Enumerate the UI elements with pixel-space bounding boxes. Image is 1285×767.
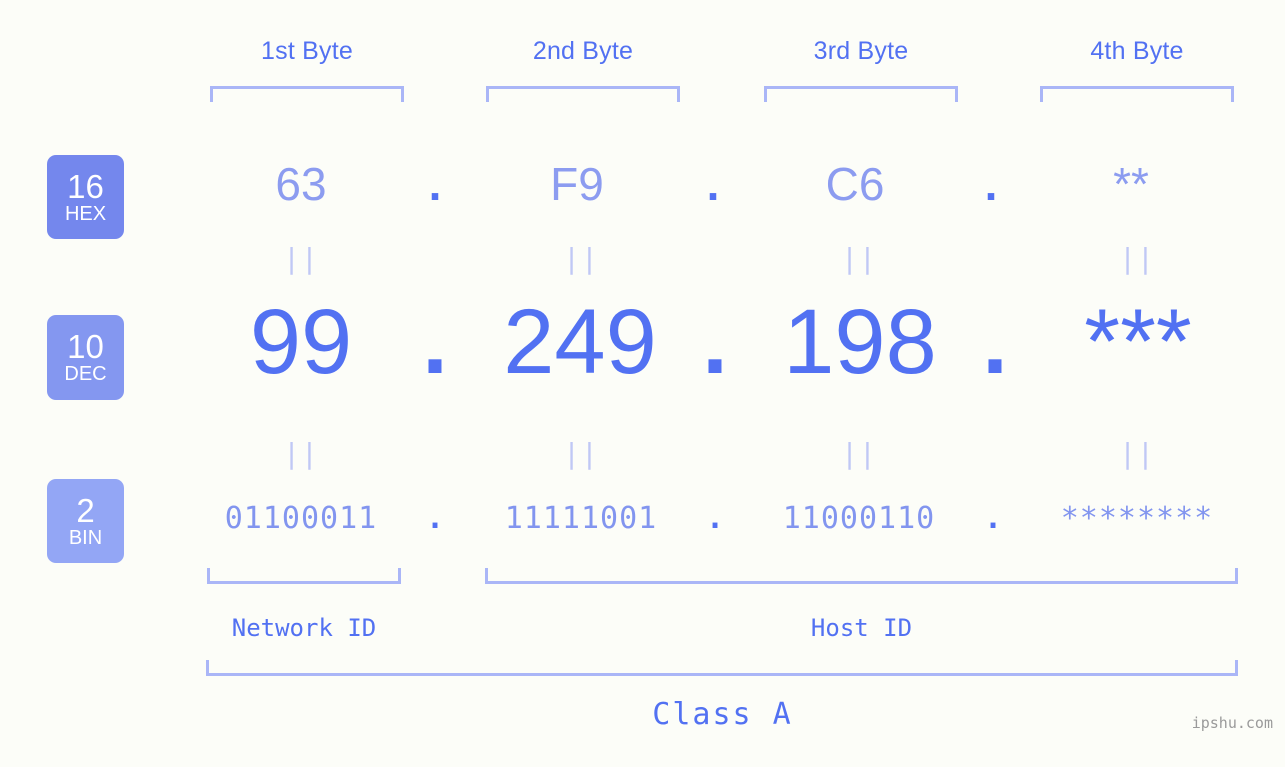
- bin-separator-1: .: [425, 501, 445, 536]
- hex-byte-2: F9: [550, 158, 604, 210]
- byte-bracket-2: [486, 86, 680, 102]
- equals-marker-dec-bin-3: ||: [841, 437, 877, 470]
- bin-byte-2: 11111001: [504, 501, 658, 536]
- byte-header-3: 3rd Byte: [813, 37, 909, 65]
- equals-marker-hex-dec-4: ||: [1119, 242, 1155, 275]
- bin-separator-3: .: [983, 501, 1003, 536]
- dec-byte-2: 249: [503, 291, 657, 393]
- hex-separator-1: .: [428, 158, 442, 210]
- hex-byte-1: 63: [275, 158, 327, 210]
- host-id-label: Host ID: [810, 614, 913, 642]
- byte-bracket-3: [764, 86, 958, 102]
- network-id-label: Network ID: [231, 614, 377, 642]
- equals-marker-dec-bin-2: ||: [563, 437, 599, 470]
- network-id-bracket: [207, 568, 401, 584]
- base-badge-bin-number: 2: [76, 491, 95, 529]
- byte-bracket-4: [1040, 86, 1234, 102]
- equals-marker-hex-dec-2: ||: [563, 242, 599, 275]
- dec-byte-1: 99: [249, 291, 353, 393]
- dec-separator-3: .: [982, 291, 1008, 393]
- class-bracket: [206, 660, 1238, 676]
- bin-byte-4: ********: [1060, 501, 1214, 536]
- base-badge-bin-label: BIN: [68, 526, 103, 549]
- equals-marker-dec-bin-4: ||: [1119, 437, 1155, 470]
- hex-separator-2: .: [706, 158, 720, 210]
- ip-address-breakdown-diagram: 1st Byte 2nd Byte 3rd Byte 4th Byte 16 H…: [0, 0, 1285, 767]
- byte-bracket-1: [210, 86, 404, 102]
- base-badge-hex: 16 HEX: [47, 155, 124, 239]
- class-label: Class A: [652, 697, 793, 732]
- base-badge-dec: 10 DEC: [47, 315, 124, 400]
- base-badge-bin: 2 BIN: [47, 479, 124, 563]
- base-badge-hex-number: 16: [67, 167, 104, 205]
- base-badge-hex-label: HEX: [64, 202, 107, 225]
- bin-byte-1: 01100011: [224, 501, 378, 536]
- base-badge-dec-number: 10: [67, 328, 104, 365]
- dec-separator-1: .: [422, 291, 448, 393]
- equals-marker-hex-dec-1: ||: [283, 242, 319, 275]
- dec-byte-4: ***: [1084, 291, 1192, 393]
- hex-byte-4: **: [1113, 158, 1149, 210]
- host-id-bracket: [485, 568, 1238, 584]
- equals-marker-hex-dec-3: ||: [841, 242, 877, 275]
- hex-byte-3: C6: [825, 158, 885, 210]
- base-badge-dec-label: DEC: [64, 363, 107, 385]
- byte-header-4: 4th Byte: [1090, 37, 1184, 65]
- byte-header-2: 2nd Byte: [532, 37, 634, 65]
- site-watermark: ipshu.com: [1191, 714, 1273, 732]
- bin-separator-2: .: [705, 501, 725, 536]
- dec-byte-3: 198: [783, 291, 937, 393]
- byte-header-1: 1st Byte: [261, 37, 353, 65]
- hex-separator-3: .: [984, 158, 998, 210]
- bin-byte-3: 11000110: [782, 501, 936, 536]
- dec-separator-2: .: [702, 291, 728, 393]
- equals-marker-dec-bin-1: ||: [283, 437, 319, 470]
